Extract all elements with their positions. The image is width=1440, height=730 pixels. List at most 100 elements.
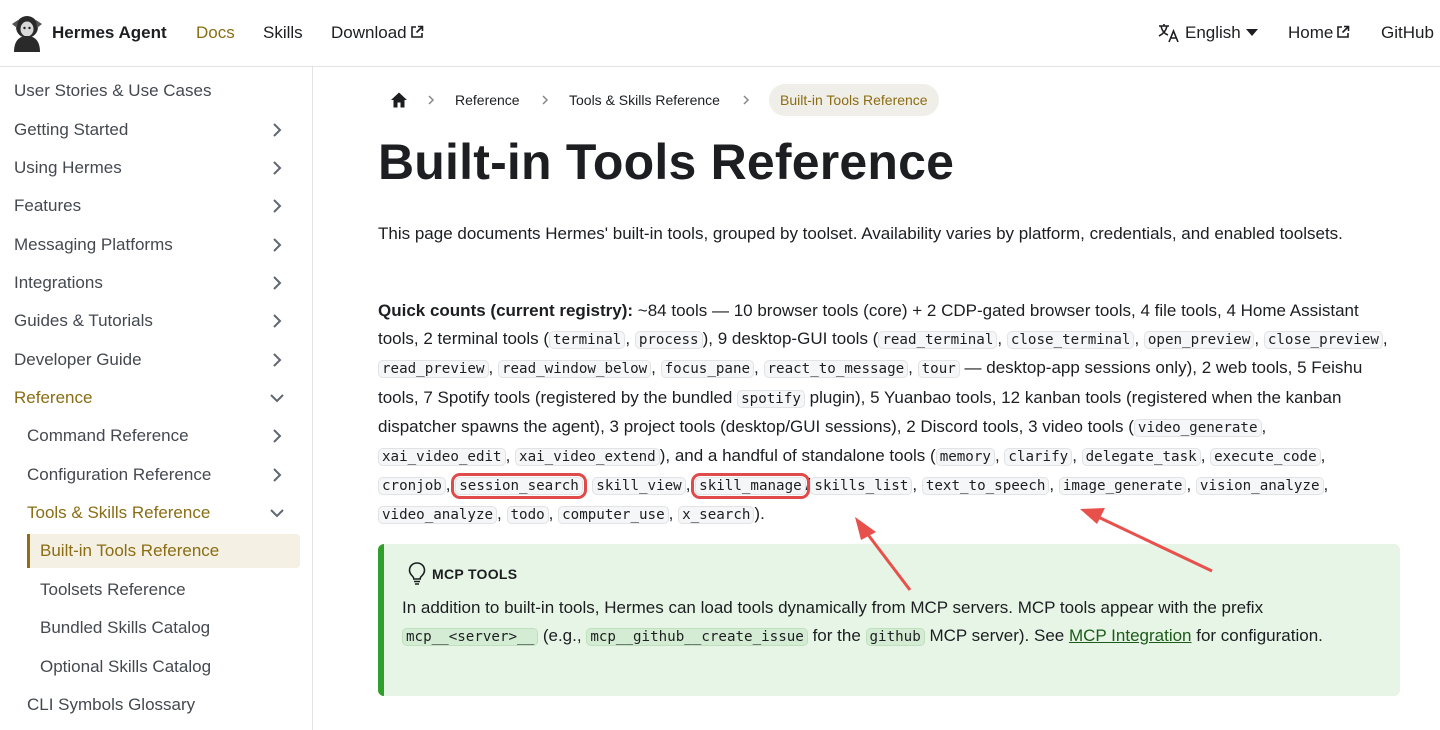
sidebar-item-cli-symbols-glossary[interactable]: CLI Symbols Glossary	[0, 688, 300, 722]
chevron-down-icon[interactable]	[268, 389, 286, 407]
sidebar-item-label: Built-in Tools Reference	[40, 541, 220, 560]
text: ,	[754, 358, 764, 378]
sidebar-item-command-reference[interactable]: Command Reference	[0, 419, 300, 453]
nav-github-link[interactable]: GitHub	[1381, 23, 1434, 43]
sidebar-item-tools-skills-reference[interactable]: Tools & Skills Reference	[0, 496, 300, 530]
translate-icon[interactable]	[1158, 23, 1180, 43]
nav-skills-link[interactable]: Skills	[263, 23, 303, 43]
breadcrumb-separator-icon	[743, 95, 750, 105]
chevron-right-icon[interactable]	[268, 197, 286, 215]
sidebar-item-built-in-tools-reference[interactable]: Built-in Tools Reference	[27, 534, 300, 568]
home-icon[interactable]	[390, 91, 408, 109]
text: ,	[497, 504, 507, 524]
sidebar-item-integrations[interactable]: Integrations	[0, 266, 300, 300]
text: ,	[994, 446, 1005, 466]
sidebar-item-developer-guide[interactable]: Developer Guide	[0, 343, 300, 377]
breadcrumb-current: Built-in Tools Reference	[769, 84, 939, 116]
sidebar-item-toolsets-reference[interactable]: Toolsets Reference	[0, 573, 300, 607]
sidebar-item-optional-skills-catalog[interactable]: Optional Skills Catalog	[0, 650, 300, 684]
code-terminal: terminal	[549, 331, 626, 350]
sidebar-item-getting-started[interactable]: Getting Started	[0, 113, 300, 147]
code-spotify: spotify	[737, 389, 805, 408]
sidebar-item-bundled-skills-catalog[interactable]: Bundled Skills Catalog	[0, 611, 300, 645]
text: ,	[1200, 446, 1211, 466]
breadcrumb-tools-skills[interactable]: Tools & Skills Reference	[569, 92, 720, 108]
text: ,	[548, 504, 559, 524]
sidebar-item-label: Reference	[14, 388, 93, 407]
text: ,	[1320, 446, 1326, 466]
mcp-integration-link[interactable]: MCP Integration	[1069, 626, 1192, 645]
sidebar-item-messaging-platforms[interactable]: Messaging Platforms	[0, 228, 300, 262]
nav-download-link[interactable]: Download	[331, 23, 424, 43]
sidebar-item-using-hermes[interactable]: Using Hermes	[0, 151, 300, 185]
code-x-search: x_search	[678, 506, 755, 525]
intro-paragraph: This page documents Hermes' built-in too…	[378, 224, 1343, 243]
sidebar-item-label: Developer Guide	[14, 350, 142, 369]
text: ,	[668, 504, 679, 524]
chevron-right-icon[interactable]	[268, 466, 286, 484]
language-label: English	[1185, 23, 1241, 42]
text: (e.g.,	[538, 626, 587, 646]
sidebar-item-guides-tutorials[interactable]: Guides & Tutorials	[0, 304, 300, 338]
text: ).	[754, 504, 765, 524]
code-vision-analyze: vision_analyze	[1195, 477, 1324, 496]
text: ), and a handful of standalone tools (	[659, 446, 936, 466]
breadcrumb-reference[interactable]: Reference	[455, 92, 520, 108]
text: In addition to built-in tools, Hermes ca…	[402, 598, 1264, 617]
code-open-preview: open_preview	[1143, 331, 1255, 350]
code-memory: memory	[935, 448, 995, 467]
code-close-terminal: close_terminal	[1006, 331, 1135, 350]
sidebar-item-label: Features	[14, 196, 82, 215]
code-mcp-example: mcp__github__create_issue	[586, 628, 808, 647]
sidebar-item-label: Toolsets Reference	[40, 580, 186, 599]
code-video-analyze: video_analyze	[378, 506, 498, 525]
sidebar-item-user-stories[interactable]: User Stories & Use Cases	[0, 74, 300, 108]
mcp-tools-admonition: MCP TOOLS In addition to built-in tools,…	[378, 544, 1400, 696]
text: ,	[1254, 329, 1264, 349]
chevron-right-icon[interactable]	[268, 427, 286, 445]
text: ,	[1382, 329, 1388, 349]
text: ,	[908, 358, 918, 378]
code-delegate-task: delegate_task	[1081, 448, 1201, 467]
chevron-right-icon[interactable]	[268, 159, 286, 177]
text: ,	[1072, 446, 1082, 466]
code-text-to-speech: text_to_speech	[921, 477, 1050, 496]
breadcrumb-separator-icon	[428, 95, 435, 105]
sidebar-item-label: Integrations	[14, 273, 103, 292]
sidebar-item-label: Optional Skills Catalog	[40, 657, 212, 676]
sidebar-item-label: CLI Symbols Glossary	[27, 695, 196, 714]
sidebar-item-features[interactable]: Features	[0, 189, 300, 223]
text: ,	[1049, 475, 1059, 495]
code-skills-list: skills_list	[810, 477, 913, 496]
text: for configuration.	[1191, 626, 1323, 646]
hermes-logo-icon[interactable]	[10, 14, 44, 52]
code-read-window-below: read_window_below	[497, 360, 652, 379]
chevron-right-icon[interactable]	[268, 274, 286, 292]
chevron-right-icon[interactable]	[268, 312, 286, 330]
code-tour: tour	[917, 360, 960, 379]
sidebar-item-label: Messaging Platforms	[14, 235, 173, 254]
text: ,	[912, 475, 922, 495]
nav-docs-link[interactable]: Docs	[196, 23, 235, 43]
text: ,	[1134, 329, 1144, 349]
chevron-right-icon[interactable]	[268, 351, 286, 369]
caret-down-icon	[1245, 29, 1258, 36]
text: ,	[625, 329, 635, 349]
site-brand[interactable]: Hermes Agent	[52, 23, 167, 43]
external-link-icon	[1337, 25, 1350, 38]
chevron-down-icon[interactable]	[268, 504, 286, 522]
breadcrumb-separator-icon	[542, 95, 549, 105]
text: ,	[1261, 416, 1267, 436]
code-focus-pane: focus_pane	[660, 360, 755, 379]
chevron-right-icon[interactable]	[268, 236, 286, 254]
page-title: Built-in Tools Reference	[378, 134, 955, 190]
sidebar-item-reference[interactable]: Reference	[0, 381, 300, 415]
sidebar-item-configuration-reference[interactable]: Configuration Reference	[0, 458, 300, 492]
external-link-icon	[410, 25, 423, 38]
code-mcp-prefix: mcp__<server>__	[402, 628, 539, 647]
main-content: Reference Tools & Skills Reference Built…	[313, 67, 1440, 730]
nav-home-link[interactable]: Home	[1288, 23, 1350, 43]
language-dropdown[interactable]: English	[1185, 23, 1258, 43]
code-close-preview: close_preview	[1263, 331, 1383, 350]
chevron-right-icon[interactable]	[268, 121, 286, 139]
